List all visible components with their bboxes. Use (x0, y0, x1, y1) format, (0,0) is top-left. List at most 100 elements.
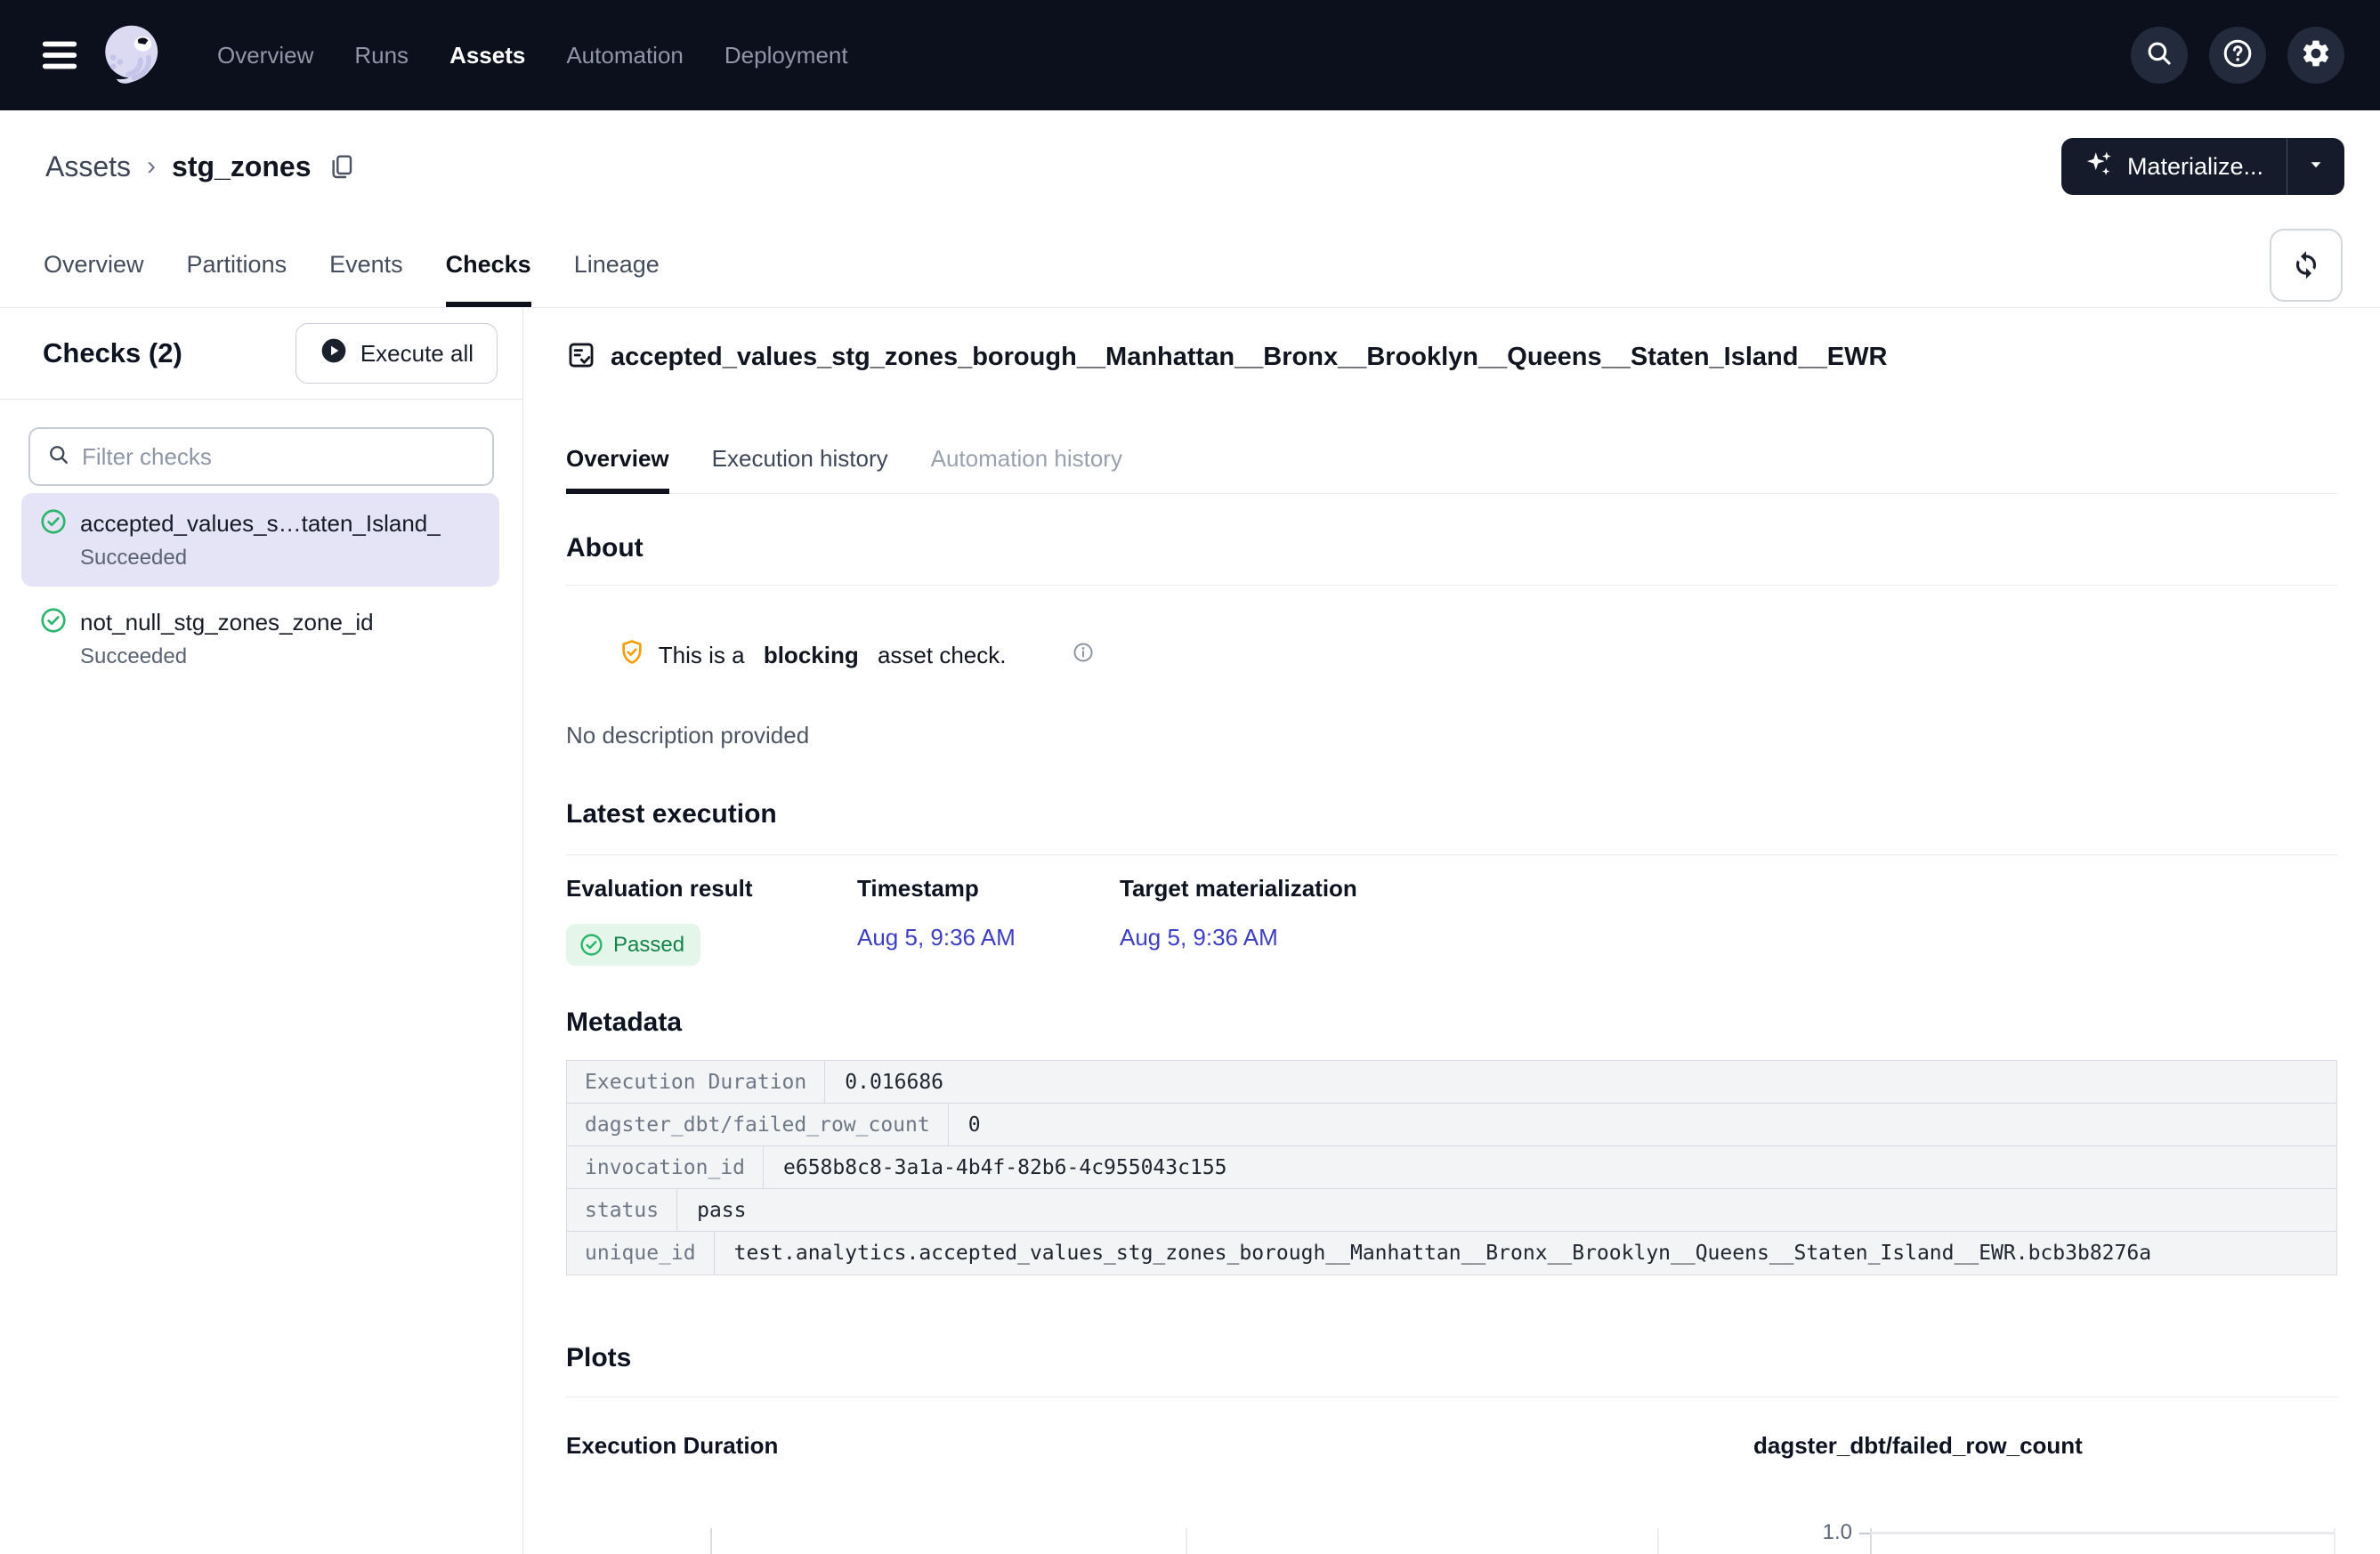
nav-item-overview[interactable]: Overview (217, 42, 313, 69)
target-materialization-link[interactable]: Aug 5, 9:36 AM (1120, 924, 1278, 951)
detail-tab-overview[interactable]: Overview (566, 428, 669, 494)
metadata-heading: Metadata (566, 1008, 2337, 1038)
gridline (1657, 1528, 1659, 1554)
metadata-value: 0.016686 (825, 1061, 963, 1103)
metadata-key: unique_id (567, 1232, 715, 1275)
filter-checks-box (28, 427, 494, 486)
breadcrumb-current-asset: stg_zones (172, 150, 311, 183)
check-description: No description provided (566, 722, 2337, 749)
blocking-text-bold: blocking (764, 642, 859, 669)
materialize-button-label: Materialize... (2127, 153, 2263, 181)
checks-sidebar-header: Checks (2) Execute all (0, 308, 522, 400)
gridline (2334, 1528, 2335, 1554)
gridline (1870, 1532, 2335, 1534)
metadata-value: pass (677, 1189, 765, 1231)
refresh-icon (2289, 247, 2323, 285)
chart-title: Execution Duration (566, 1432, 1659, 1460)
check-title-row: accepted_values_stg_zones_borough__Manha… (566, 340, 2337, 375)
asset-tabs-bar: Overview Partitions Events Checks Lineag… (0, 223, 2380, 308)
chevron-down-icon (2304, 153, 2327, 181)
copy-icon[interactable] (328, 152, 356, 181)
metadata-value: 0 (949, 1104, 1000, 1145)
metadata-key: dagster_dbt/failed_row_count (567, 1104, 949, 1145)
check-name: accepted_values_s…taten_Island_ (80, 510, 441, 538)
nav-item-runs[interactable]: Runs (354, 42, 409, 69)
tab-checks[interactable]: Checks (446, 223, 531, 307)
metadata-value: e658b8c8-3a1a-4b4f-82b6-4c955043c155 (764, 1146, 1247, 1188)
charts-gap (1659, 1432, 1753, 1554)
y-axis-tick (1859, 1533, 1870, 1534)
detail-tab-automation-history-label: Automation history (931, 445, 1122, 473)
nav-item-assets[interactable]: Assets (449, 42, 525, 69)
nav-item-deployment[interactable]: Deployment (725, 42, 848, 69)
checks-sidebar: Checks (2) Execute all accepted_valu (0, 308, 523, 1554)
tab-events-label: Events (329, 251, 403, 279)
metadata-row: dagster_dbt/failed_row_count 0 (567, 1104, 2336, 1146)
timestamp-header: Timestamp (857, 875, 1120, 902)
chart-title: dagster_dbt/failed_row_count (1753, 1432, 2337, 1460)
tab-partitions-label: Partitions (187, 251, 287, 279)
metadata-table: Execution Duration 0.016686 dagster_dbt/… (566, 1060, 2337, 1275)
nav-item-automation[interactable]: Automation (566, 42, 684, 69)
detail-tab-automation-history[interactable]: Automation history (931, 428, 1122, 494)
materialize-dropdown-button[interactable] (2287, 138, 2344, 195)
breadcrumb-chevron-icon: › (147, 151, 156, 182)
dagster-logo[interactable] (96, 19, 169, 92)
refresh-button[interactable] (2270, 229, 2343, 302)
filter-checks-input[interactable] (82, 443, 476, 471)
info-icon[interactable] (1020, 613, 1095, 698)
failed-row-count-chart: dagster_dbt/failed_row_count 1.0 0.6 (1753, 1432, 2337, 1554)
timestamp-link[interactable]: Aug 5, 9:36 AM (857, 924, 1016, 951)
tab-lineage-label: Lineage (574, 251, 660, 279)
tab-overview[interactable]: Overview (44, 223, 144, 307)
check-passed-icon (39, 606, 68, 639)
metadata-key: status (567, 1189, 677, 1231)
sparkle-icon (2085, 149, 2115, 185)
breadcrumb-assets-link[interactable]: Assets (45, 150, 131, 183)
plots-heading: Plots (566, 1343, 2337, 1397)
help-icon (2222, 37, 2254, 74)
search-button[interactable] (2131, 27, 2188, 84)
hamburger-menu-icon[interactable] (36, 31, 84, 79)
check-detail-pane: accepted_values_stg_zones_borough__Manha… (523, 308, 2380, 1554)
metadata-row: status pass (567, 1189, 2336, 1232)
materialize-button[interactable]: Materialize... (2061, 138, 2287, 195)
search-icon (2144, 38, 2174, 73)
detail-tab-overview-label: Overview (566, 445, 669, 473)
check-list: accepted_values_s…taten_Island_ Succeede… (0, 493, 522, 691)
primary-nav-links: Overview Runs Assets Automation Deployme… (217, 42, 848, 69)
tab-partitions[interactable]: Partitions (187, 223, 287, 307)
tab-lineage[interactable]: Lineage (574, 223, 660, 307)
tab-overview-label: Overview (44, 251, 144, 279)
breadcrumb-row: Assets › stg_zones Materialize... (0, 110, 2380, 223)
execute-all-button[interactable]: Execute all (295, 323, 498, 384)
nav-action-buttons (2131, 27, 2344, 84)
target-materialization-header: Target materialization (1120, 875, 1357, 902)
metadata-row: invocation_id e658b8c8-3a1a-4b4f-82b6-4c… (567, 1146, 2336, 1189)
y-axis-tick-label: 1.0 (1753, 1520, 1852, 1545)
tab-checks-label: Checks (446, 251, 531, 279)
shield-check-icon (566, 611, 646, 700)
check-title: accepted_values_stg_zones_borough__Manha… (611, 343, 1887, 372)
tab-events[interactable]: Events (329, 223, 403, 307)
metadata-row: unique_id test.analytics.accepted_values… (567, 1232, 2336, 1275)
metadata-key: invocation_id (567, 1146, 764, 1188)
top-navigation-bar: Overview Runs Assets Automation Deployme… (0, 0, 2380, 110)
latest-execution-grid: Evaluation result Passed Timestamp Aug 5… (566, 875, 2337, 966)
timestamp-column: Timestamp Aug 5, 9:36 AM (857, 875, 1120, 966)
execution-duration-chart: Execution Duration 0.0174 (566, 1432, 1659, 1554)
latest-execution-heading: Latest execution (566, 799, 2337, 855)
gridline (1186, 1528, 1187, 1554)
check-list-item-not-null[interactable]: not_null_stg_zones_zone_id Succeeded (21, 592, 499, 685)
check-circle-icon (579, 932, 604, 958)
check-list-item-accepted-values[interactable]: accepted_values_s…taten_Island_ Succeede… (21, 493, 499, 587)
metadata-row: Execution Duration 0.016686 (567, 1061, 2336, 1104)
help-button[interactable] (2209, 27, 2266, 84)
blocking-text-prefix: This is a (659, 642, 751, 669)
passed-badge-label: Passed (613, 933, 684, 958)
execute-all-label: Execute all (360, 340, 474, 368)
gear-icon (2300, 37, 2332, 74)
content-area: Checks (2) Execute all accepted_valu (0, 308, 2380, 1554)
settings-button[interactable] (2287, 27, 2344, 84)
detail-tab-execution-history[interactable]: Execution history (712, 428, 888, 494)
